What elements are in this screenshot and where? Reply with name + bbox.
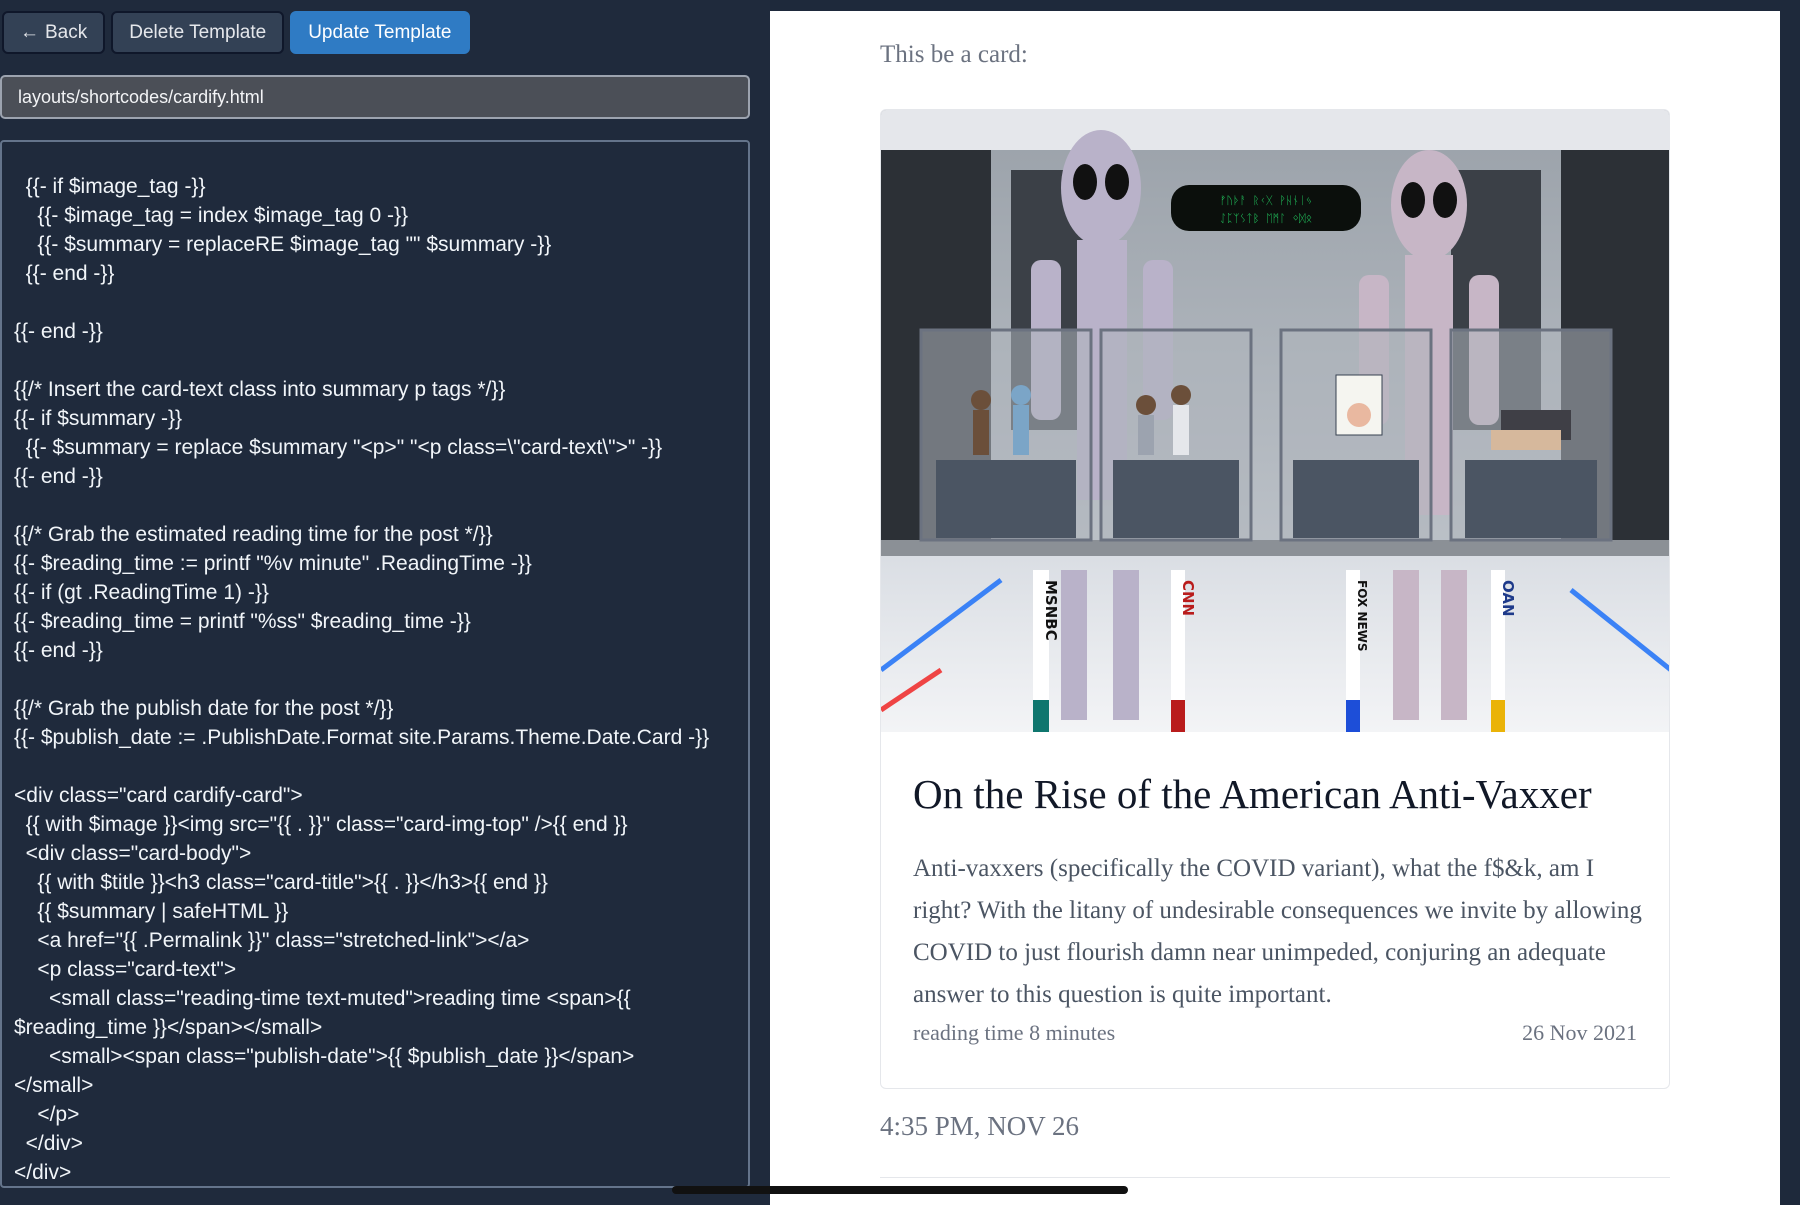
cnn-label: CNN [1179, 580, 1197, 616]
code-line: {{- $summary = replaceRE $image_tag "" $… [14, 233, 552, 256]
code-line: <div class="card-body"> [14, 842, 252, 865]
code-line: </p> [14, 1103, 80, 1126]
msnbc-label: MSNBC [1042, 580, 1060, 641]
code-content: {{- if $image_tag -}} {{- $image_tag = i… [2, 142, 748, 1186]
code-line: {{- if $image_tag -}} [14, 175, 206, 198]
fox-news-label: FOX NEWS [1355, 580, 1369, 652]
code-line: {{- $image_tag = index $image_tag 0 -}} [14, 204, 409, 227]
code-line: {{- $publish_date := .PublishDate.Format… [14, 726, 710, 749]
card-meta: reading time 8 minutes 26 Nov 2021 [913, 1020, 1637, 1046]
code-line: {{/* Insert the card-text class into sum… [14, 378, 506, 401]
code-line: <div class="card cardify-card"> [14, 784, 303, 807]
card-title: On the Rise of the American Anti-Vaxxer [913, 771, 1592, 817]
oan-label: OAN [1499, 580, 1517, 617]
preview-intro: This be a card: [880, 41, 1028, 68]
reading-time: reading time 8 minutes [913, 1020, 1116, 1045]
code-editor[interactable]: {{- if $image_tag -}} {{- $image_tag = i… [0, 140, 750, 1188]
speech-line-2: ᛇᛈᛉᛊᛏᛒ ᛖᛗᛚ ᛜᛞᛟ [1220, 212, 1312, 225]
back-button[interactable]: ← Back [2, 11, 106, 54]
template-path-input[interactable]: layouts/shortcodes/cardify.html [0, 75, 750, 119]
post-timestamp: 4:35 PM, NOV 26 [880, 1111, 1080, 1141]
code-line: <p class="card-text"> [14, 958, 237, 981]
card-summary: Anti-vaxxers (specifically the COVID var… [913, 855, 1642, 1008]
code-line: $reading_time }}</span></small> [14, 1016, 323, 1039]
code-line: {{ $summary | safeHTML }} [14, 900, 289, 923]
code-line: </small> [14, 1074, 94, 1097]
card-image: ᚠᚢᚦᚨ ᚱᚲᚷ ᚹᚺᚾᛁᛃ ᛇᛈᛉᛊᛏᛒ ᛖᛗᛚ ᛜᛞᛟ MSNBC CNN … [881, 110, 1669, 732]
publish-date: 26 Nov 2021 [1522, 1020, 1637, 1045]
code-line: {{/* Grab the publish date for the post … [14, 697, 394, 720]
code-line: {{- $reading_time = printf "%ss" $readin… [14, 610, 471, 633]
code-line: <a href="{{ .Permalink }}" class="stretc… [14, 929, 530, 952]
update-template-button[interactable]: Update Template [290, 11, 470, 54]
code-line: </div> [14, 1132, 83, 1155]
speech-line-1: ᚠᚢᚦᚨ ᚱᚲᚷ ᚹᚺᚾᛁᛃ [1220, 194, 1312, 207]
code-line: {{- end -}} [14, 320, 103, 343]
code-line: {{- end -}} [14, 639, 103, 662]
preview-pane: This be a card: ᚠᚢᚦᚨ ᚱᚲᚷ ᚹᚺᚾᛁᛃ ᛇᛈᛉᛊᛏᛒ ᛖᛗ… [770, 11, 1780, 1205]
code-line: {{- if $summary -}} [14, 407, 183, 430]
code-line: <small class="reading-time text-muted">r… [14, 987, 631, 1010]
arrow-left-icon: ← [20, 21, 39, 43]
code-line: {{ with $title }}<h3 class="card-title">… [14, 871, 548, 894]
code-line: {{- end -}} [14, 465, 103, 488]
editor-pane: ← Back Delete Template Update Template l… [0, 0, 770, 1205]
delete-template-button[interactable]: Delete Template [111, 11, 285, 54]
speech-bubble: ᚠᚢᚦᚨ ᚱᚲᚷ ᚹᚺᚾᛁᛃ ᛇᛈᛉᛊᛏᛒ ᛖᛗᛚ ᛜᛞᛟ [1171, 185, 1361, 231]
code-line: {{- end -}} [14, 262, 115, 285]
code-line: {{ with $image }}<img src="{{ . }}" clas… [14, 813, 628, 836]
toolbar: ← Back Delete Template Update Template [2, 11, 470, 54]
code-line: {{- $summary = replace $summary "<p>" "<… [14, 436, 663, 459]
back-label: Back [45, 21, 88, 43]
code-line: <small><span class="publish-date">{{ $pu… [14, 1045, 635, 1068]
cardify-card[interactable]: ᚠᚢᚦᚨ ᚱᚲᚷ ᚹᚺᚾᛁᛃ ᛇᛈᛉᛊᛏᛒ ᛖᛗᛚ ᛜᛞᛟ MSNBC CNN … [880, 109, 1670, 1089]
code-line: </div> [14, 1161, 72, 1184]
code-line: {{- $reading_time := printf "%v minute" … [14, 552, 532, 575]
code-line: {{/* Grab the estimated reading time for… [14, 523, 493, 546]
code-line: {{- if (gt .ReadingTime 1) -}} [14, 581, 269, 604]
home-indicator[interactable] [672, 1186, 1128, 1194]
divider [880, 1177, 1670, 1178]
